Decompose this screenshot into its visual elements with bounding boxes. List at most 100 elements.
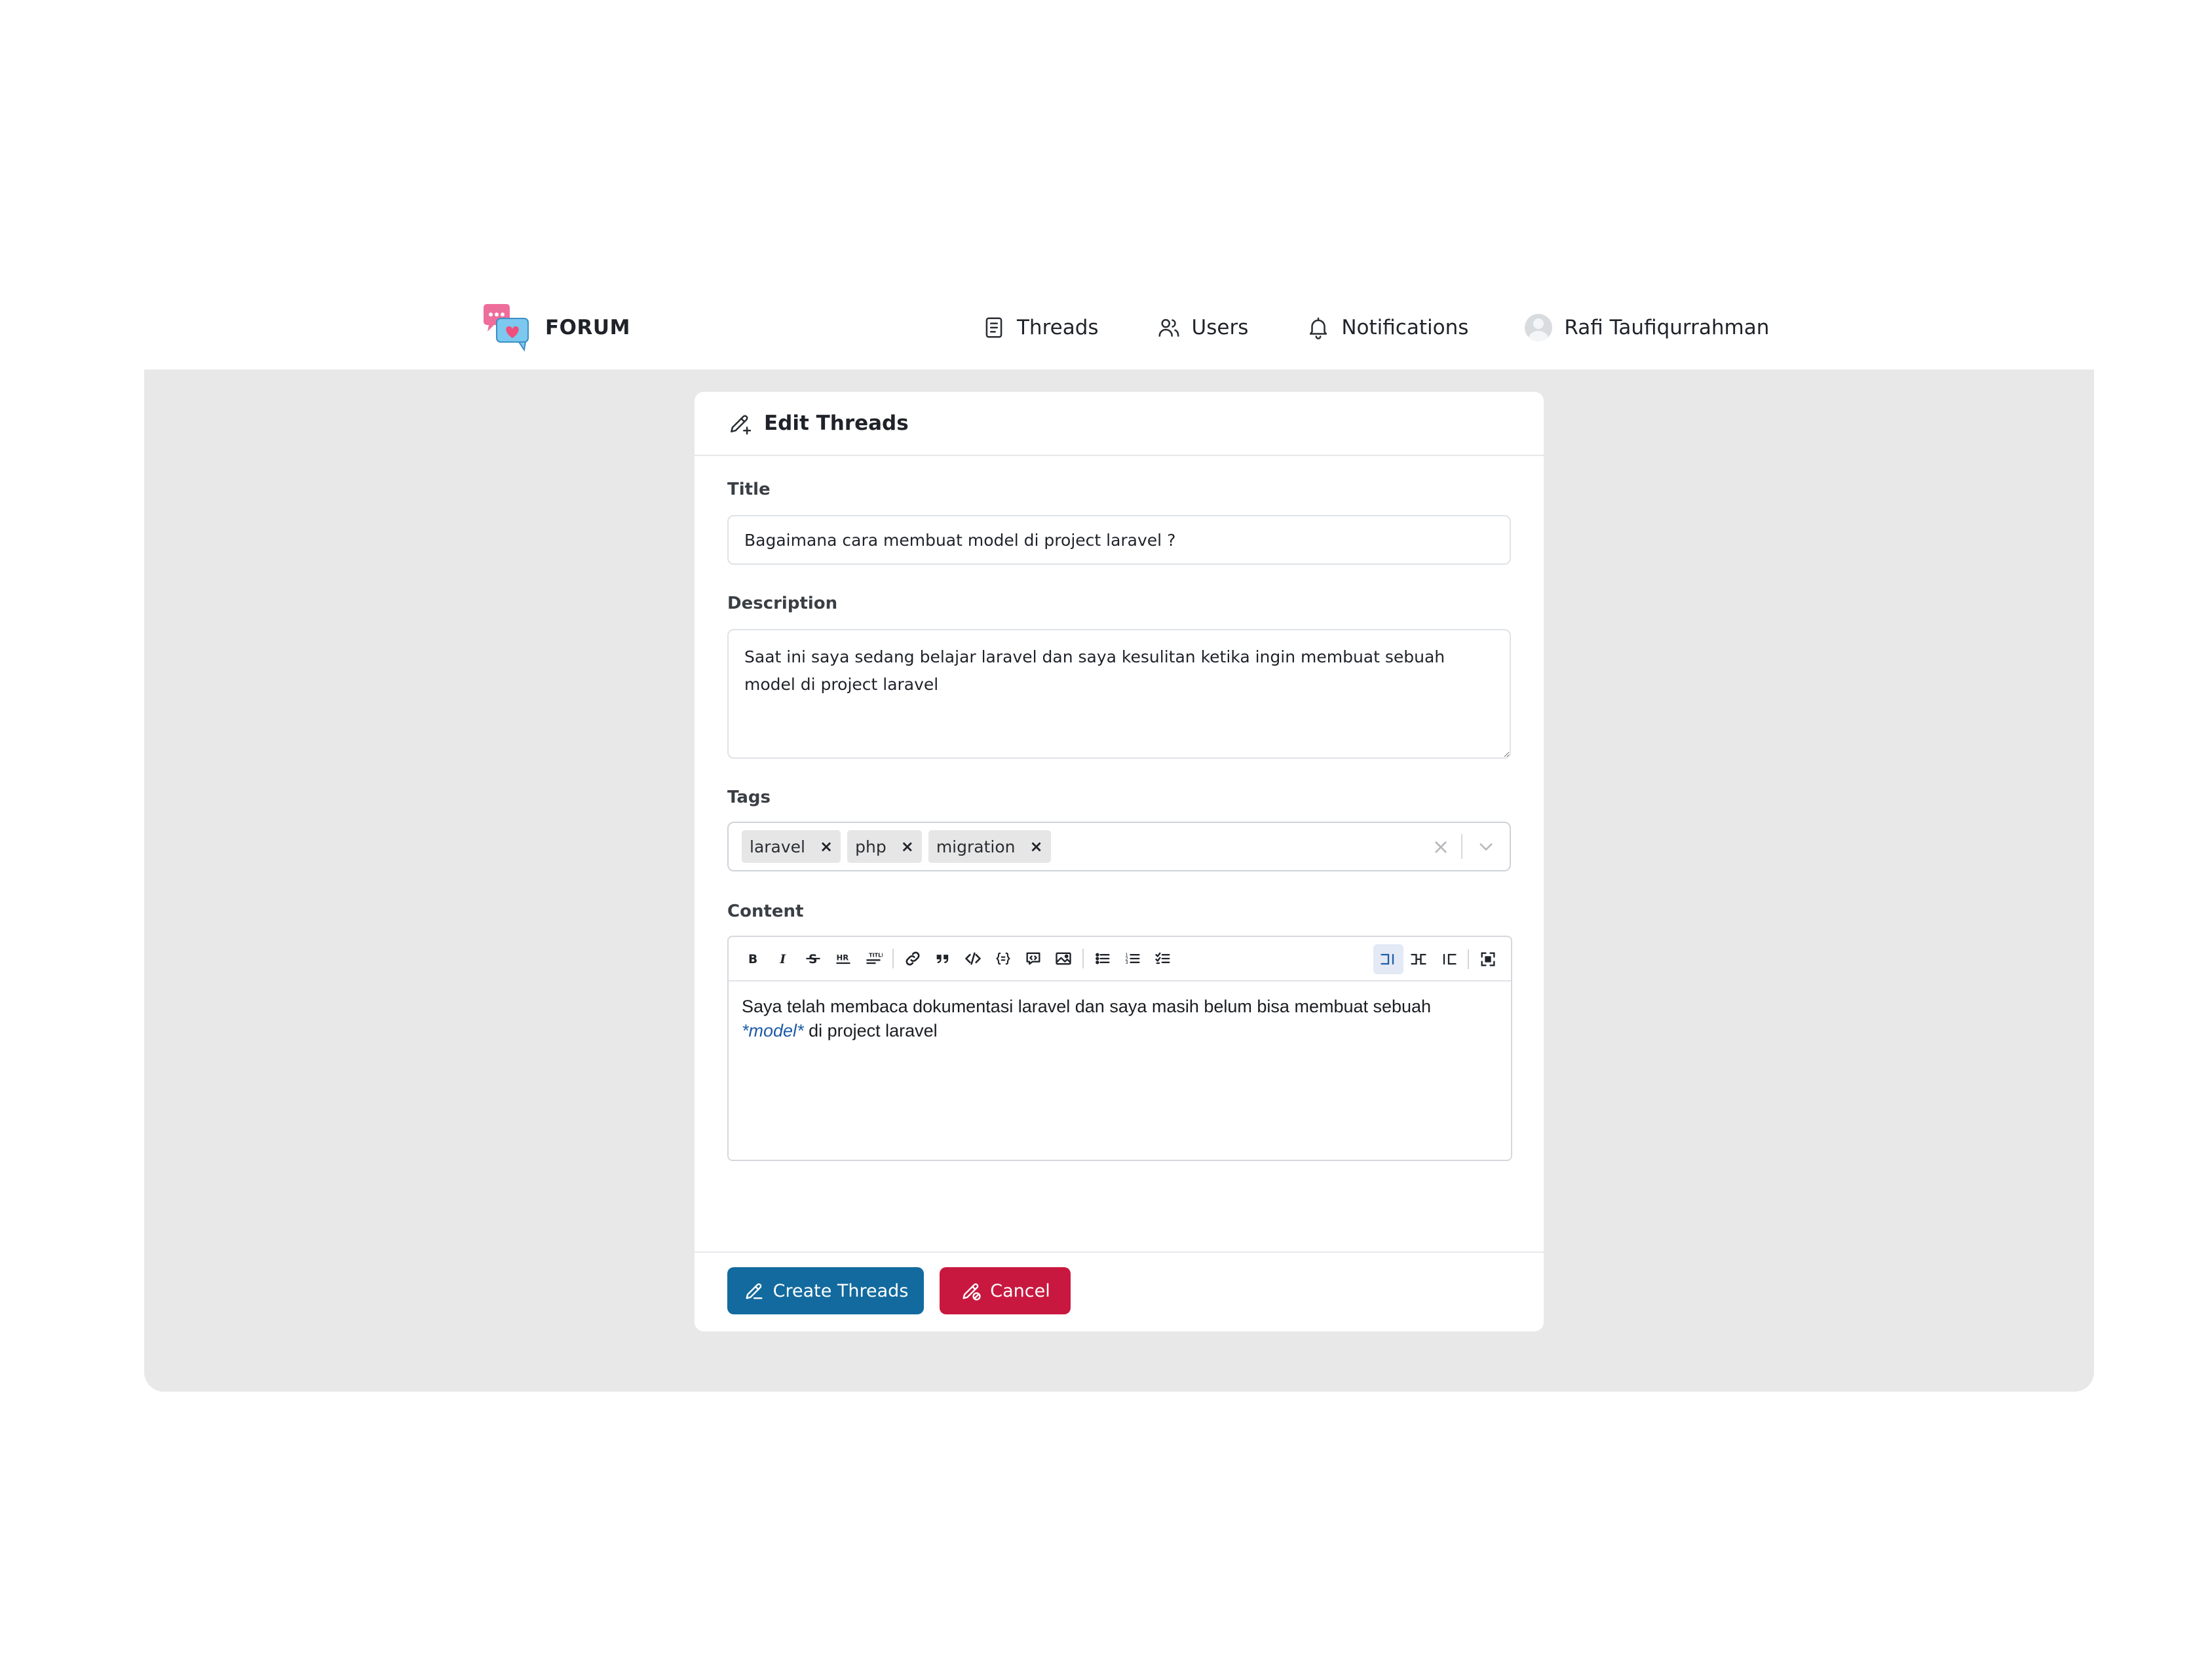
content-label: Content [727,902,804,921]
svg-text:I: I [779,952,786,966]
checklist-button[interactable] [1148,944,1178,974]
image-button[interactable] [1048,944,1078,974]
code-block-icon [996,952,1010,965]
svg-text:TITLE: TITLE [869,952,883,959]
bell-icon [1310,317,1327,339]
edit-mode-icon [1381,953,1394,965]
content-text: Saya telah membaca dokumentasi laravel d… [742,997,1432,1016]
quote-icon [936,955,949,963]
markdown-editor: B I S HR TITLE 123 Saya telah m [727,936,1512,1161]
tags-dropdown-toggle[interactable] [1462,837,1510,856]
pencil-icon [746,1283,763,1299]
tag-label: php [855,837,887,856]
brand[interactable]: FORUM [482,303,630,353]
content-text-tail: di project laravel [803,1021,938,1040]
nav-users-label: Users [1191,316,1249,339]
tag-label: laravel [750,837,805,856]
nav-threads-label: Threads [1017,316,1099,339]
card-footer-divider [695,1251,1544,1253]
edit-mode-button[interactable] [1373,944,1403,974]
code-icon [965,952,981,965]
italic-button[interactable]: I [768,944,798,974]
cancel-button[interactable]: Cancel [940,1267,1071,1314]
code-button[interactable] [958,944,988,974]
chevron-down-icon [1479,843,1493,850]
svg-text:3: 3 [1125,960,1128,965]
clear-tags-icon[interactable]: × [1421,834,1461,859]
toolbar-separator [892,949,894,968]
description-textarea[interactable]: Saat ini saya sedang belajar laravel dan… [727,629,1511,759]
fullscreen-icon [1481,952,1495,966]
strikethrough-icon: S [806,953,820,966]
strikethrough-button[interactable]: S [798,944,828,974]
bold-button[interactable]: B [738,944,768,974]
card-header: Edit Threads [695,392,1544,456]
remove-tag-icon[interactable]: × [1029,837,1042,856]
ordered-list-button[interactable]: 123 [1118,944,1148,974]
chat-bubbles-logo-icon [484,304,529,352]
svg-text:B: B [748,953,757,966]
avatar [1525,314,1553,341]
user-name: Rafi Taufiqurrahman [1564,316,1770,339]
link-button[interactable] [898,944,928,974]
tags-label: Tags [727,788,771,807]
link-icon [906,951,920,966]
svg-text:S: S [809,953,817,966]
brand-name: FORUM [545,316,630,339]
nav-threads[interactable]: Threads [982,311,1099,345]
code-block-button[interactable] [988,944,1018,974]
horizontal-rule-button[interactable]: HR [828,944,858,974]
document-icon [985,317,1002,338]
create-threads-button[interactable]: Create Threads [727,1267,924,1314]
users-icon [1158,318,1179,337]
fullscreen-button[interactable] [1473,944,1503,974]
comment-icon [1026,952,1040,965]
ordered-list-icon: 123 [1125,953,1140,965]
comment-button[interactable] [1018,944,1048,974]
horizontal-rule-icon: HR [836,953,850,964]
editor-toolbar: B I S HR TITLE 123 [729,937,1511,982]
nav-notifications[interactable]: Notifications [1306,311,1468,345]
nav-notifications-label: Notifications [1341,316,1469,339]
editor-content[interactable]: Saya telah membaca dokumentasi laravel d… [742,995,1495,1043]
svg-text:HR: HR [837,953,849,962]
navbar: FORUM Threads Users Notifications Rafi T… [0,288,2212,367]
pencil-cancel-icon [963,1283,981,1301]
live-mode-icon [1411,953,1426,965]
tags-controls: × [1421,823,1510,870]
remove-tag-icon[interactable]: × [820,837,833,856]
create-threads-label: Create Threads [772,1280,909,1301]
view-mode-toolbar [1373,944,1503,974]
content-emphasis: *model* [742,1021,804,1040]
user-menu[interactable]: Rafi Taufiqurrahman [1525,311,1769,345]
pencil-plus-icon [731,415,752,435]
toolbar-separator [1082,949,1084,968]
bold-icon: B [748,953,757,966]
nav-links: Threads Users Notifications Rafi Taufiqu… [982,311,1769,345]
tags-select[interactable]: laravel × php × migration × × [727,822,1511,871]
italic-icon: I [779,952,786,966]
title-button[interactable]: TITLE [858,944,888,974]
title-input[interactable] [727,515,1511,565]
tag-chip: migration × [928,830,1051,863]
live-mode-button[interactable] [1403,944,1434,974]
tag-chip: php × [847,830,922,863]
tag-label: migration [936,837,1016,856]
preview-mode-icon [1443,953,1457,965]
image-icon [1056,952,1071,965]
description-label: Description [727,594,838,613]
toolbar-separator [1468,949,1469,969]
title-icon: TITLE [866,952,883,964]
page-title: Edit Threads [764,411,909,435]
checklist-icon [1155,952,1170,964]
tag-chip: laravel × [742,830,841,863]
edit-thread-card: Edit Threads Title Description Saat ini … [695,392,1544,1331]
unordered-list-button[interactable] [1088,944,1118,974]
nav-users[interactable]: Users [1156,311,1249,345]
quote-button[interactable] [928,944,958,974]
preview-mode-button[interactable] [1434,944,1464,974]
unordered-list-icon [1096,953,1110,964]
remove-tag-icon[interactable]: × [901,837,914,856]
cancel-label: Cancel [990,1280,1050,1301]
title-label: Title [727,480,771,499]
